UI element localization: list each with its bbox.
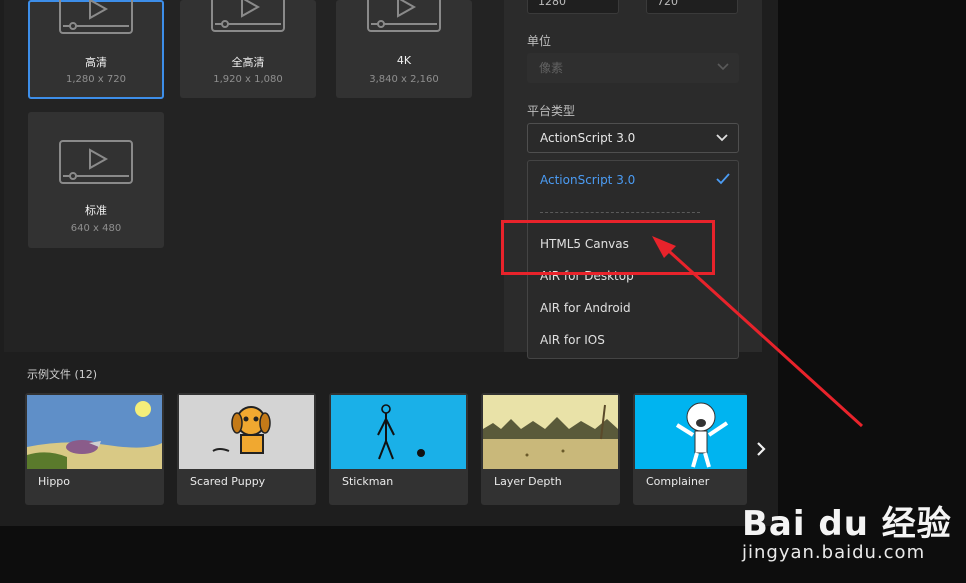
platform-select-value: ActionScript 3.0 xyxy=(540,131,636,145)
unit-label: 单位 xyxy=(527,34,552,48)
sample-thumbnail xyxy=(331,395,466,469)
video-icon xyxy=(59,140,133,184)
width-field[interactable]: 1280 xyxy=(527,0,619,14)
preset-4k[interactable]: 4K 3,840 x 2,160 xyxy=(336,0,472,98)
sample-complainer[interactable]: Complainer xyxy=(633,393,747,505)
dropdown-item-air-ios[interactable]: AIR for IOS xyxy=(540,333,605,347)
annotation-highlight-box xyxy=(501,220,715,275)
sample-name: Stickman xyxy=(342,475,394,488)
dropdown-separator xyxy=(540,212,700,213)
sample-name: Scared Puppy xyxy=(190,475,266,488)
unit-select-value: 像素 xyxy=(539,61,564,75)
unit-select: 像素 xyxy=(527,53,739,83)
preset-name: 高清 xyxy=(85,56,107,69)
preset-name: 4K xyxy=(396,54,412,67)
video-icon xyxy=(211,0,285,32)
chevron-down-icon xyxy=(717,63,729,71)
preset-name: 全高清 xyxy=(231,56,265,69)
baidu-jingyan-watermark: Bai du 经验 jingyan.baidu.com xyxy=(742,496,966,583)
checkmark-icon xyxy=(716,173,730,185)
sample-scared-puppy[interactable]: Scared Puppy xyxy=(177,393,316,505)
preset-full-hd[interactable]: 全高清 1,920 x 1,080 xyxy=(180,0,316,98)
video-icon xyxy=(367,0,441,32)
watermark-brand: Bai du 经验 xyxy=(742,504,952,544)
platform-select[interactable]: ActionScript 3.0 xyxy=(527,123,739,153)
chevron-down-icon xyxy=(716,134,728,142)
preset-name: 标准 xyxy=(85,204,107,217)
video-icon xyxy=(59,0,133,34)
sample-thumbnail xyxy=(483,395,618,469)
sample-thumbnail xyxy=(179,395,314,469)
sample-name: Hippo xyxy=(38,475,71,488)
sample-thumbnail xyxy=(27,395,162,469)
sample-name: Complainer xyxy=(646,475,710,488)
sample-stickman[interactable]: Stickman xyxy=(329,393,468,505)
height-field[interactable]: 720 xyxy=(646,0,738,14)
platform-label: 平台类型 xyxy=(527,104,576,118)
chevron-right-icon[interactable] xyxy=(752,440,770,458)
samples-title: 示例文件 (12) xyxy=(27,368,98,381)
sample-thumbnail xyxy=(635,395,747,469)
preset-dimensions: 1,920 x 1,080 xyxy=(213,74,283,85)
dropdown-item-air-android[interactable]: AIR for Android xyxy=(540,301,631,315)
preset-hd[interactable]: 高清 1,280 x 720 xyxy=(28,0,164,99)
preset-dimensions: 1,280 x 720 xyxy=(66,74,126,85)
watermark-url: jingyan.baidu.com xyxy=(742,542,926,563)
sample-hippo[interactable]: Hippo xyxy=(25,393,164,505)
preset-dimensions: 3,840 x 2,160 xyxy=(369,74,439,85)
preset-dimensions: 640 x 480 xyxy=(70,223,122,234)
preset-standard[interactable]: 标准 640 x 480 xyxy=(28,112,164,248)
sample-name: Layer Depth xyxy=(494,475,562,488)
sample-layer-depth[interactable]: Layer Depth xyxy=(481,393,620,505)
dropdown-item-actionscript[interactable]: ActionScript 3.0 xyxy=(540,173,635,187)
